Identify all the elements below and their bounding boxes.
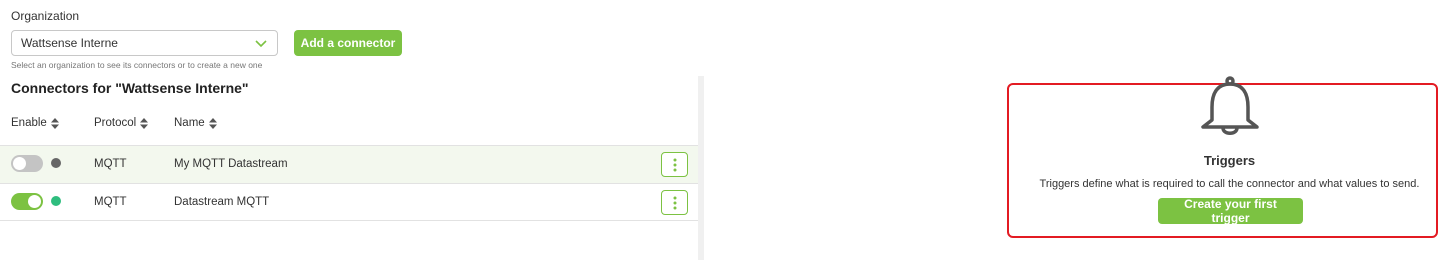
sort-icon <box>50 117 59 129</box>
name-cell: Datastream MQTT <box>174 196 270 208</box>
triggers-description: Triggers define what is required to call… <box>1039 178 1420 190</box>
organization-helper-text: Select an organization to see its connec… <box>11 60 263 70</box>
name-cell: My MQTT Datastream <box>174 158 288 170</box>
triggers-title: Triggers <box>1203 153 1256 168</box>
enable-toggle[interactable] <box>11 193 43 210</box>
row-menu-button[interactable] <box>661 190 688 215</box>
status-dot <box>51 196 61 206</box>
column-header-protocol[interactable]: Protocol <box>94 117 149 129</box>
sort-icon <box>140 117 149 129</box>
column-header-label: Protocol <box>94 117 137 129</box>
create-trigger-button[interactable]: Create your first trigger <box>1158 197 1303 225</box>
organization-select[interactable]: Wattsense Interne <box>11 30 278 56</box>
protocol-cell: MQTT <box>94 158 127 170</box>
panel-divider <box>698 76 704 260</box>
protocol-cell: MQTT <box>94 196 127 208</box>
column-header-label: Name <box>174 117 205 129</box>
table-row[interactable]: MQTT Datastream MQTT <box>0 183 698 221</box>
table-row[interactable]: MQTT My MQTT Datastream <box>0 145 698 183</box>
more-vertical-icon <box>673 196 676 209</box>
sort-icon <box>208 117 217 129</box>
bell-icon <box>1201 76 1259 135</box>
organization-label: Organization <box>11 9 80 23</box>
organization-select-value: Wattsense Interne <box>21 36 118 50</box>
more-vertical-icon <box>673 158 676 171</box>
column-header-name[interactable]: Name <box>174 117 217 129</box>
connectors-title: Connectors for "Wattsense Interne" <box>11 80 249 96</box>
add-connector-button[interactable]: Add a connector <box>294 30 402 56</box>
column-header-label: Enable <box>11 117 47 129</box>
status-dot <box>51 158 61 168</box>
column-header-enable[interactable]: Enable <box>11 117 59 129</box>
enable-toggle[interactable] <box>11 155 43 172</box>
chevron-down-icon <box>255 40 267 48</box>
row-menu-button[interactable] <box>661 152 688 177</box>
